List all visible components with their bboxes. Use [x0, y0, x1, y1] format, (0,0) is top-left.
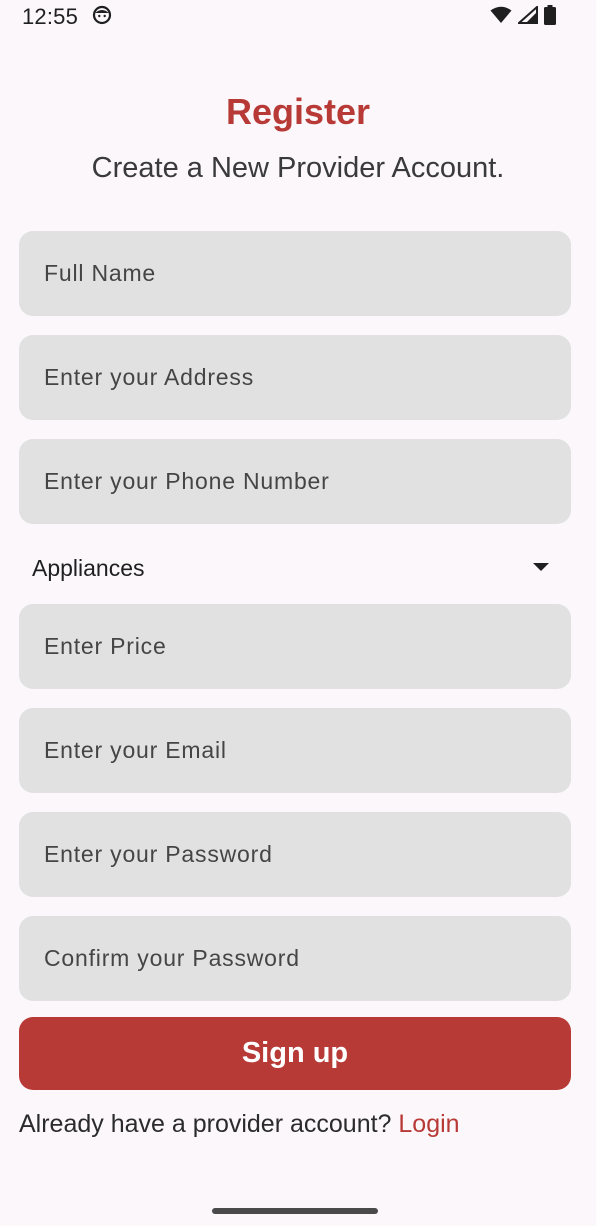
status-bar: 12:55 — [0, 0, 596, 32]
price-input[interactable] — [44, 633, 546, 660]
login-prompt: Already have a provider account? Login — [19, 1106, 460, 1142]
address-input[interactable] — [44, 364, 546, 391]
address-field[interactable] — [19, 335, 571, 420]
price-field[interactable] — [19, 604, 571, 689]
full-name-input[interactable] — [44, 260, 546, 287]
android-face-icon — [92, 5, 112, 25]
email-field[interactable] — [19, 708, 571, 793]
battery-icon — [544, 5, 556, 25]
dropdown-arrow-icon — [532, 559, 552, 577]
signup-button[interactable]: Sign up — [19, 1017, 571, 1090]
phone-input[interactable] — [44, 468, 546, 495]
status-icons — [490, 4, 556, 26]
page-title: Register — [225, 91, 371, 132]
wifi-icon — [490, 6, 512, 24]
category-dropdown[interactable]: Appliances — [32, 548, 552, 588]
login-link[interactable]: Login — [398, 1110, 459, 1138]
password-field[interactable] — [19, 812, 571, 897]
password-input[interactable] — [44, 841, 546, 868]
home-indicator[interactable] — [212, 1208, 378, 1214]
phone-field[interactable] — [19, 439, 571, 524]
full-name-field[interactable] — [19, 231, 571, 316]
status-time: 12:55 — [22, 4, 79, 29]
email-input[interactable] — [44, 737, 546, 764]
page-subtitle: Create a New Provider Account. — [91, 152, 505, 184]
confirm-password-input[interactable] — [44, 945, 546, 972]
login-prompt-text: Already have a provider account? — [19, 1110, 399, 1138]
cellular-signal-icon — [518, 6, 538, 24]
confirm-password-field[interactable] — [19, 916, 571, 1001]
category-selected-value: Appliances — [32, 554, 145, 581]
